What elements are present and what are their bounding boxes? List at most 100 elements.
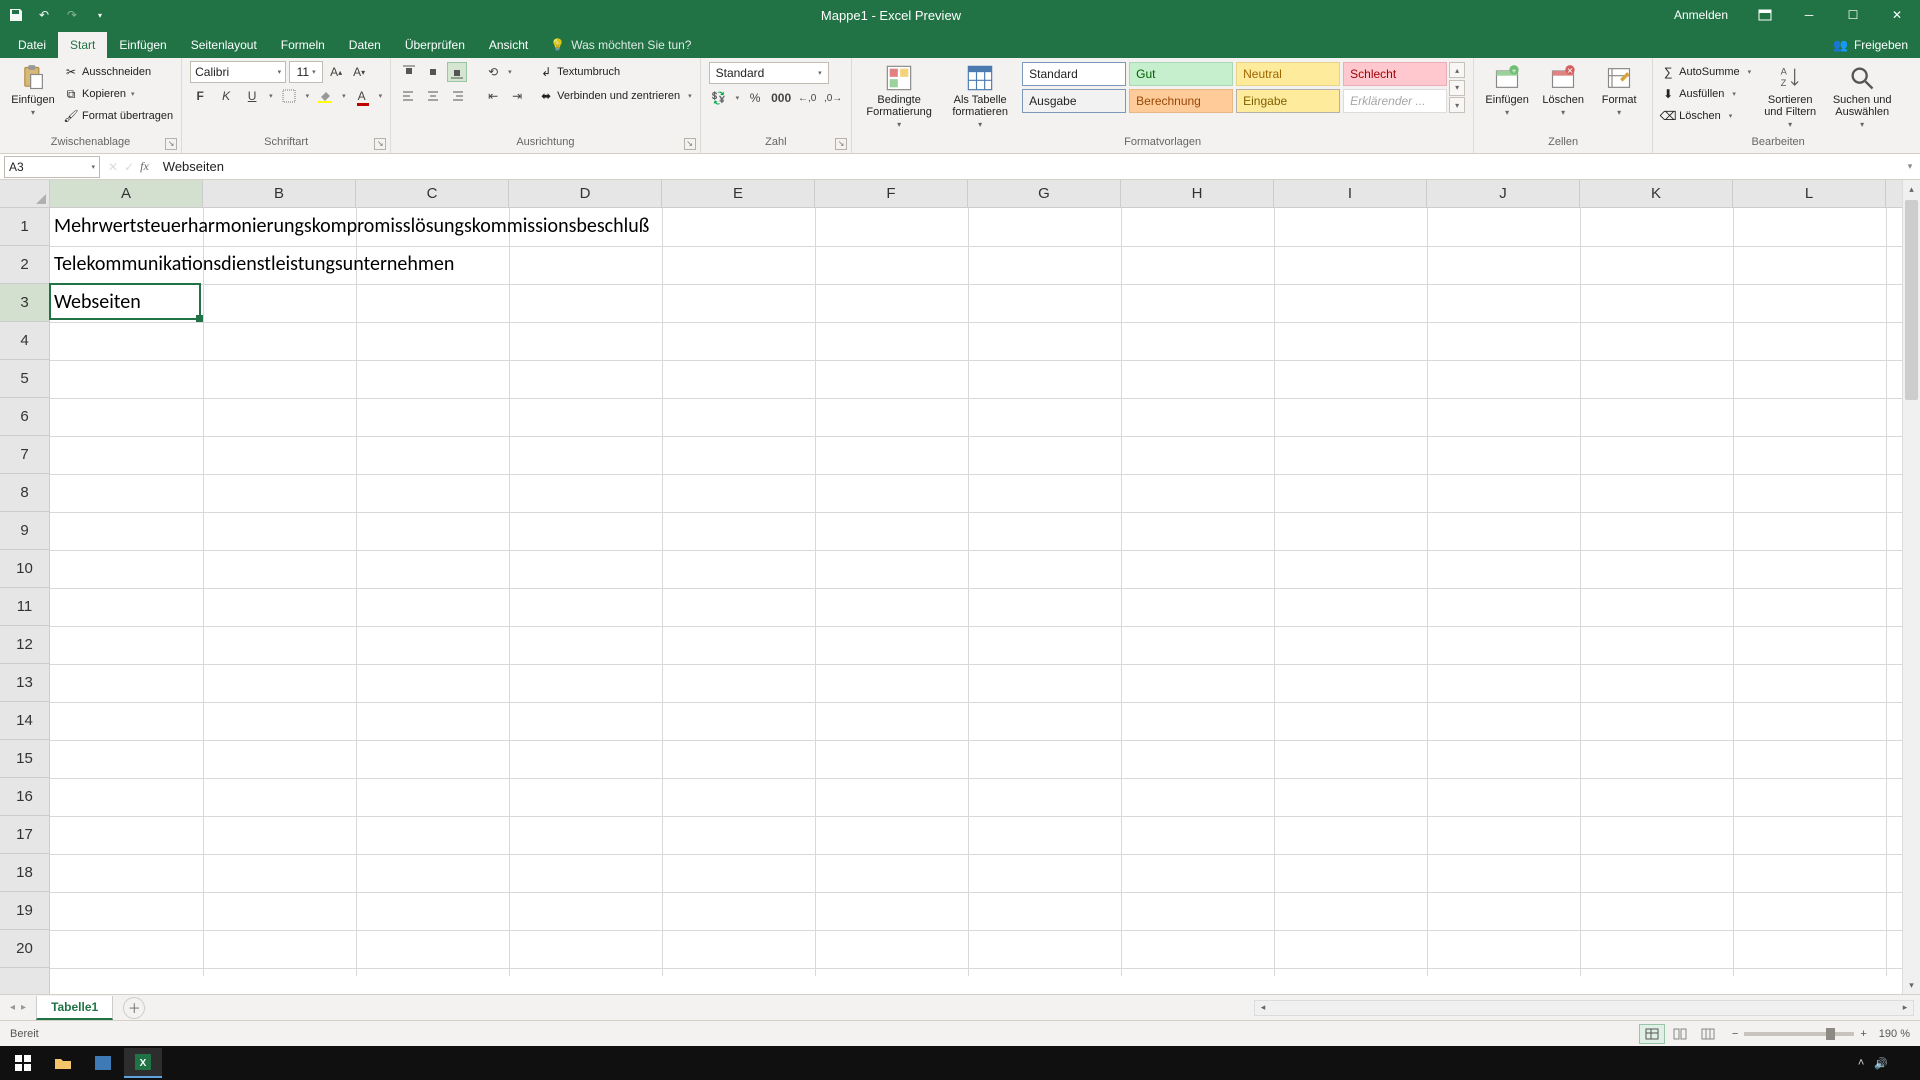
styles-scroll-down-icon[interactable]: ▾ xyxy=(1449,80,1465,96)
underline-button[interactable]: U xyxy=(242,86,262,106)
page-break-view-button[interactable] xyxy=(1695,1024,1721,1044)
number-format-combo[interactable]: Standard▾ xyxy=(709,62,829,84)
bold-button[interactable]: F xyxy=(190,86,210,106)
style-neutral[interactable]: Neutral xyxy=(1236,62,1340,86)
column-header[interactable]: A xyxy=(50,180,203,207)
cells-area[interactable]: Mehrwertsteuerharmonierungskompromisslös… xyxy=(50,208,1902,976)
copy-button[interactable]: ⧉Kopieren▾ xyxy=(64,84,173,104)
share-button[interactable]: 👥 Freigeben xyxy=(1821,32,1920,58)
taskbar-app[interactable] xyxy=(84,1048,122,1078)
taskbar-explorer[interactable] xyxy=(44,1048,82,1078)
style-gut[interactable]: Gut xyxy=(1129,62,1233,86)
align-center-icon[interactable] xyxy=(423,86,443,106)
select-all-corner[interactable] xyxy=(0,180,50,208)
zoom-slider[interactable] xyxy=(1744,1032,1854,1036)
row-header[interactable]: 16 xyxy=(0,778,49,816)
horizontal-scrollbar[interactable]: ◂ ▸ xyxy=(1254,1000,1914,1016)
sheet-tab-1[interactable]: Tabelle1 xyxy=(36,996,113,1020)
align-middle-icon[interactable] xyxy=(423,62,443,82)
tray-volume-icon[interactable]: 🔊 xyxy=(1874,1057,1888,1070)
decrease-font-icon[interactable]: A▾ xyxy=(349,62,369,82)
tab-review[interactable]: Überprüfen xyxy=(393,32,477,58)
fill-handle[interactable] xyxy=(196,315,203,322)
tellme-search[interactable]: 💡 Was möchten Sie tun? xyxy=(540,32,701,58)
conditional-formatting-button[interactable]: Bedingte Formatierung▾ xyxy=(860,62,938,129)
zoom-in-button[interactable]: + xyxy=(1860,1028,1866,1040)
cancel-formula-icon[interactable]: ✕ xyxy=(108,160,118,174)
decrease-indent-icon[interactable]: ⇤ xyxy=(483,86,503,106)
tab-file[interactable]: Datei xyxy=(6,32,58,58)
tab-data[interactable]: Daten xyxy=(337,32,393,58)
row-header[interactable]: 12 xyxy=(0,626,49,664)
column-header[interactable]: L xyxy=(1733,180,1886,207)
percent-format-icon[interactable]: % xyxy=(745,88,765,108)
name-box[interactable]: A3▾ xyxy=(4,156,100,178)
save-icon[interactable] xyxy=(8,7,24,23)
format-as-table-button[interactable]: Als Tabelle formatieren▾ xyxy=(944,62,1016,129)
tab-insert[interactable]: Einfügen xyxy=(107,32,178,58)
align-bottom-icon[interactable] xyxy=(447,62,467,82)
dialog-launcher-icon[interactable]: ↘ xyxy=(374,138,386,150)
borders-button[interactable] xyxy=(279,86,299,106)
tab-nav-first-icon[interactable]: ◂ xyxy=(10,1002,15,1013)
find-select-button[interactable]: Suchen und Auswählen▾ xyxy=(1829,62,1895,129)
align-top-icon[interactable] xyxy=(399,62,419,82)
font-name-combo[interactable]: Calibri▾ xyxy=(190,61,286,83)
row-header[interactable]: 5 xyxy=(0,360,49,398)
style-eingabe[interactable]: Eingabe xyxy=(1236,89,1340,113)
dialog-launcher-icon[interactable]: ↘ xyxy=(684,138,696,150)
row-header[interactable]: 6 xyxy=(0,398,49,436)
page-layout-view-button[interactable] xyxy=(1667,1024,1693,1044)
expand-formula-bar-icon[interactable]: ▾ xyxy=(1900,161,1920,172)
fill-color-button[interactable] xyxy=(315,86,335,106)
row-header[interactable]: 15 xyxy=(0,740,49,778)
tab-home[interactable]: Start xyxy=(58,32,107,58)
row-header[interactable]: 9 xyxy=(0,512,49,550)
row-header[interactable]: 14 xyxy=(0,702,49,740)
add-sheet-button[interactable]: ＋ xyxy=(123,997,145,1019)
align-left-icon[interactable] xyxy=(399,86,419,106)
close-button[interactable]: ✕ xyxy=(1880,0,1914,30)
insert-cells-button[interactable]: +Einfügen▾ xyxy=(1482,62,1532,117)
column-header[interactable]: I xyxy=(1274,180,1427,207)
style-ausgabe[interactable]: Ausgabe xyxy=(1022,89,1126,113)
fill-button[interactable]: ⬇Ausfüllen▾ xyxy=(1661,84,1751,104)
row-header[interactable]: 7 xyxy=(0,436,49,474)
row-header[interactable]: 13 xyxy=(0,664,49,702)
paste-button[interactable]: Einfügen ▾ xyxy=(8,62,58,117)
scroll-left-icon[interactable]: ◂ xyxy=(1255,1001,1271,1015)
column-header[interactable]: D xyxy=(509,180,662,207)
column-header[interactable]: K xyxy=(1580,180,1733,207)
orientation-icon[interactable]: ⟲ xyxy=(483,62,503,82)
increase-decimal-icon[interactable]: ←,0 xyxy=(797,88,817,108)
format-cells-button[interactable]: Format▾ xyxy=(1594,62,1644,117)
format-painter-button[interactable]: 🖌Format übertragen xyxy=(64,106,173,126)
taskbar-excel[interactable]: X xyxy=(124,1048,162,1078)
column-header[interactable]: C xyxy=(356,180,509,207)
decrease-decimal-icon[interactable]: ,0→ xyxy=(823,88,843,108)
scroll-up-icon[interactable]: ▴ xyxy=(1903,180,1920,198)
row-header[interactable]: 20 xyxy=(0,930,49,968)
tab-view[interactable]: Ansicht xyxy=(477,32,540,58)
comma-format-icon[interactable]: 000 xyxy=(771,88,791,108)
vertical-scrollbar[interactable]: ▴ ▾ xyxy=(1902,180,1920,994)
style-erklarender[interactable]: Erklärender ... xyxy=(1343,89,1447,113)
scrollbar-thumb[interactable] xyxy=(1905,200,1918,400)
font-size-combo[interactable]: 11▾ xyxy=(289,61,323,83)
merge-center-button[interactable]: ⬌Verbinden und zentrieren▾ xyxy=(539,86,691,106)
qat-customize-icon[interactable]: ▾ xyxy=(92,7,108,23)
column-header[interactable]: F xyxy=(815,180,968,207)
delete-cells-button[interactable]: ✕Löschen▾ xyxy=(1538,62,1588,117)
fx-icon[interactable]: fx xyxy=(140,159,149,174)
row-header[interactable]: 18 xyxy=(0,854,49,892)
minimize-button[interactable]: ─ xyxy=(1792,0,1826,30)
undo-icon[interactable]: ↶ xyxy=(36,7,52,23)
column-header[interactable]: J xyxy=(1427,180,1580,207)
styles-scroll-up-icon[interactable]: ▴ xyxy=(1449,62,1465,78)
italic-button[interactable]: K xyxy=(216,86,236,106)
redo-icon[interactable]: ↷ xyxy=(64,7,80,23)
row-header[interactable]: 10 xyxy=(0,550,49,588)
font-color-button[interactable]: A xyxy=(352,86,372,106)
row-header[interactable]: 17 xyxy=(0,816,49,854)
row-header[interactable]: 19 xyxy=(0,892,49,930)
